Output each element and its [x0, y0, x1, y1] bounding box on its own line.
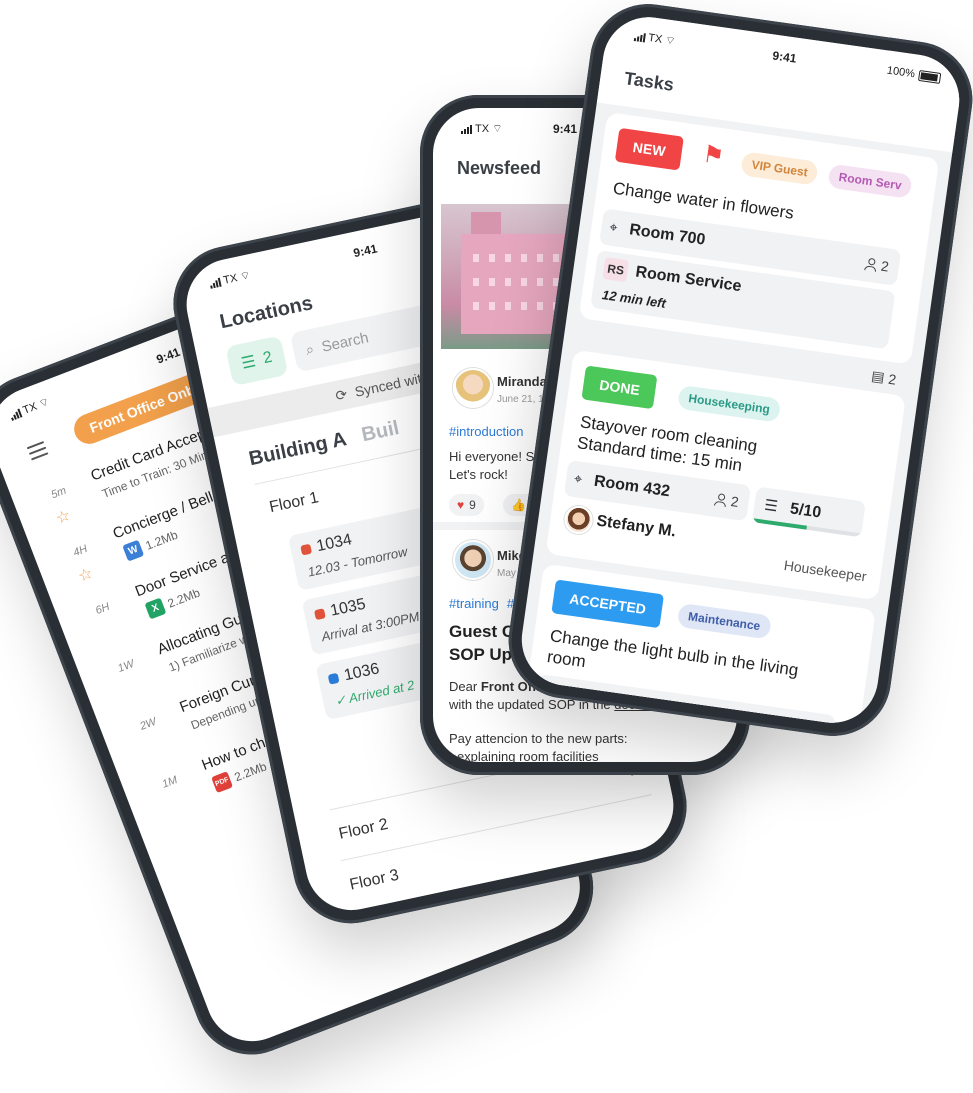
signal: TX ⌔	[461, 122, 502, 136]
duration: 6H	[93, 600, 112, 618]
hamburger-menu-icon[interactable]	[26, 441, 50, 464]
person-icon	[714, 492, 728, 507]
room-number: 1034	[315, 531, 354, 556]
heart-icon: ♥	[457, 498, 465, 512]
checklist-count: 5/10	[788, 500, 823, 522]
floor-1-label[interactable]: Floor 1	[268, 489, 320, 517]
checklist-icon: ☰	[763, 496, 779, 516]
excel-file-icon: X	[144, 597, 167, 620]
floor-2-label[interactable]: Floor 2	[337, 816, 389, 844]
pdf-file-icon: PDF	[211, 771, 234, 794]
person-icon	[799, 722, 813, 728]
status-badge: NEW	[614, 127, 684, 171]
star-icon[interactable]: ☆	[75, 563, 96, 587]
room-number: 1035	[328, 595, 368, 620]
flag-icon[interactable]: ⚑	[701, 140, 726, 172]
duration: 2W	[138, 715, 159, 733]
tasks-screen: TX ⌔ 9:41 100% Tasks NEW ⚑ VIP Guest Roo…	[515, 11, 966, 729]
avatar[interactable]	[562, 504, 595, 536]
assignee-count: 2	[799, 721, 825, 729]
clock: 9:41	[553, 122, 578, 136]
filter-button[interactable]: ☰ 2	[225, 335, 289, 387]
page-title: Tasks	[623, 68, 676, 95]
progress-fill	[751, 518, 807, 530]
room-status-dot	[300, 543, 313, 556]
duration: 1W	[116, 657, 136, 675]
carrier: TX	[475, 123, 490, 135]
tab-building-a[interactable]: Building A	[247, 428, 349, 471]
hashtag[interactable]: #introduction	[449, 424, 523, 439]
duration: 1M	[160, 774, 180, 791]
sync-icon: ⟳	[333, 385, 349, 404]
location-pin-icon: ⌖	[573, 470, 584, 487]
heart-reaction[interactable]: ♥ 9	[449, 494, 484, 516]
department-chip: RS	[602, 257, 630, 283]
maintenance-tag: Maintenance	[676, 602, 772, 640]
filter-count: 2	[261, 348, 274, 368]
task-card[interactable]: NEW ⚑ VIP Guest Room Serv Change water i…	[578, 111, 940, 365]
vip-guest-tag: VIP Guest	[740, 151, 820, 186]
assignee-name: Stefany M.	[595, 512, 678, 541]
department-label: Room Service	[634, 263, 743, 296]
assignee-role: Housekeeper	[782, 557, 868, 585]
page-title: Locations	[217, 292, 315, 334]
thumbs-up-icon: 👍	[511, 498, 526, 512]
room-number: 1036	[342, 660, 381, 685]
room-label: Room 432	[592, 472, 672, 501]
comment-count[interactable]: ▤ 2	[870, 367, 897, 387]
hashtag[interactable]: #training	[449, 596, 499, 611]
checklist-progress[interactable]: ☰ 5/10	[751, 486, 866, 538]
room-status-dot	[327, 672, 340, 685]
battery-icon	[918, 69, 942, 84]
room-service-tag: Room Serv	[827, 163, 914, 199]
page-title: Newsfeed	[457, 158, 542, 178]
status-badge: ACCEPTED	[551, 579, 665, 629]
assignee-count: 2	[864, 255, 890, 275]
search-icon: ⌕	[303, 340, 316, 359]
filter-icon: ☰	[239, 353, 258, 373]
housekeeping-tag: Housekeeping	[677, 384, 782, 423]
room-label: Room 700	[628, 221, 707, 249]
signal-icon	[461, 124, 472, 134]
comment-icon: ▤	[870, 367, 886, 386]
status-badge: DONE	[581, 365, 658, 410]
search-placeholder: Search	[320, 328, 371, 356]
location-pin-icon: ⌖	[608, 218, 619, 236]
star-icon[interactable]: ☆	[53, 505, 74, 529]
assignee-count: 2	[714, 491, 740, 510]
floor-3-label[interactable]: Floor 3	[348, 867, 400, 895]
person-icon	[864, 257, 878, 272]
tab-building-b[interactable]: Buil	[360, 417, 402, 447]
word-file-icon: W	[122, 539, 145, 562]
room-status-dot	[313, 608, 326, 621]
wifi-icon: ⌔	[492, 123, 503, 135]
avatar[interactable]	[453, 368, 493, 408]
task-card[interactable]: DONE Housekeeping Stayover room cleaning…	[545, 349, 906, 601]
time-left: 12 min left	[601, 287, 667, 311]
duration: 5m	[49, 484, 69, 502]
duration: 4H	[71, 542, 90, 560]
avatar[interactable]	[453, 540, 493, 580]
